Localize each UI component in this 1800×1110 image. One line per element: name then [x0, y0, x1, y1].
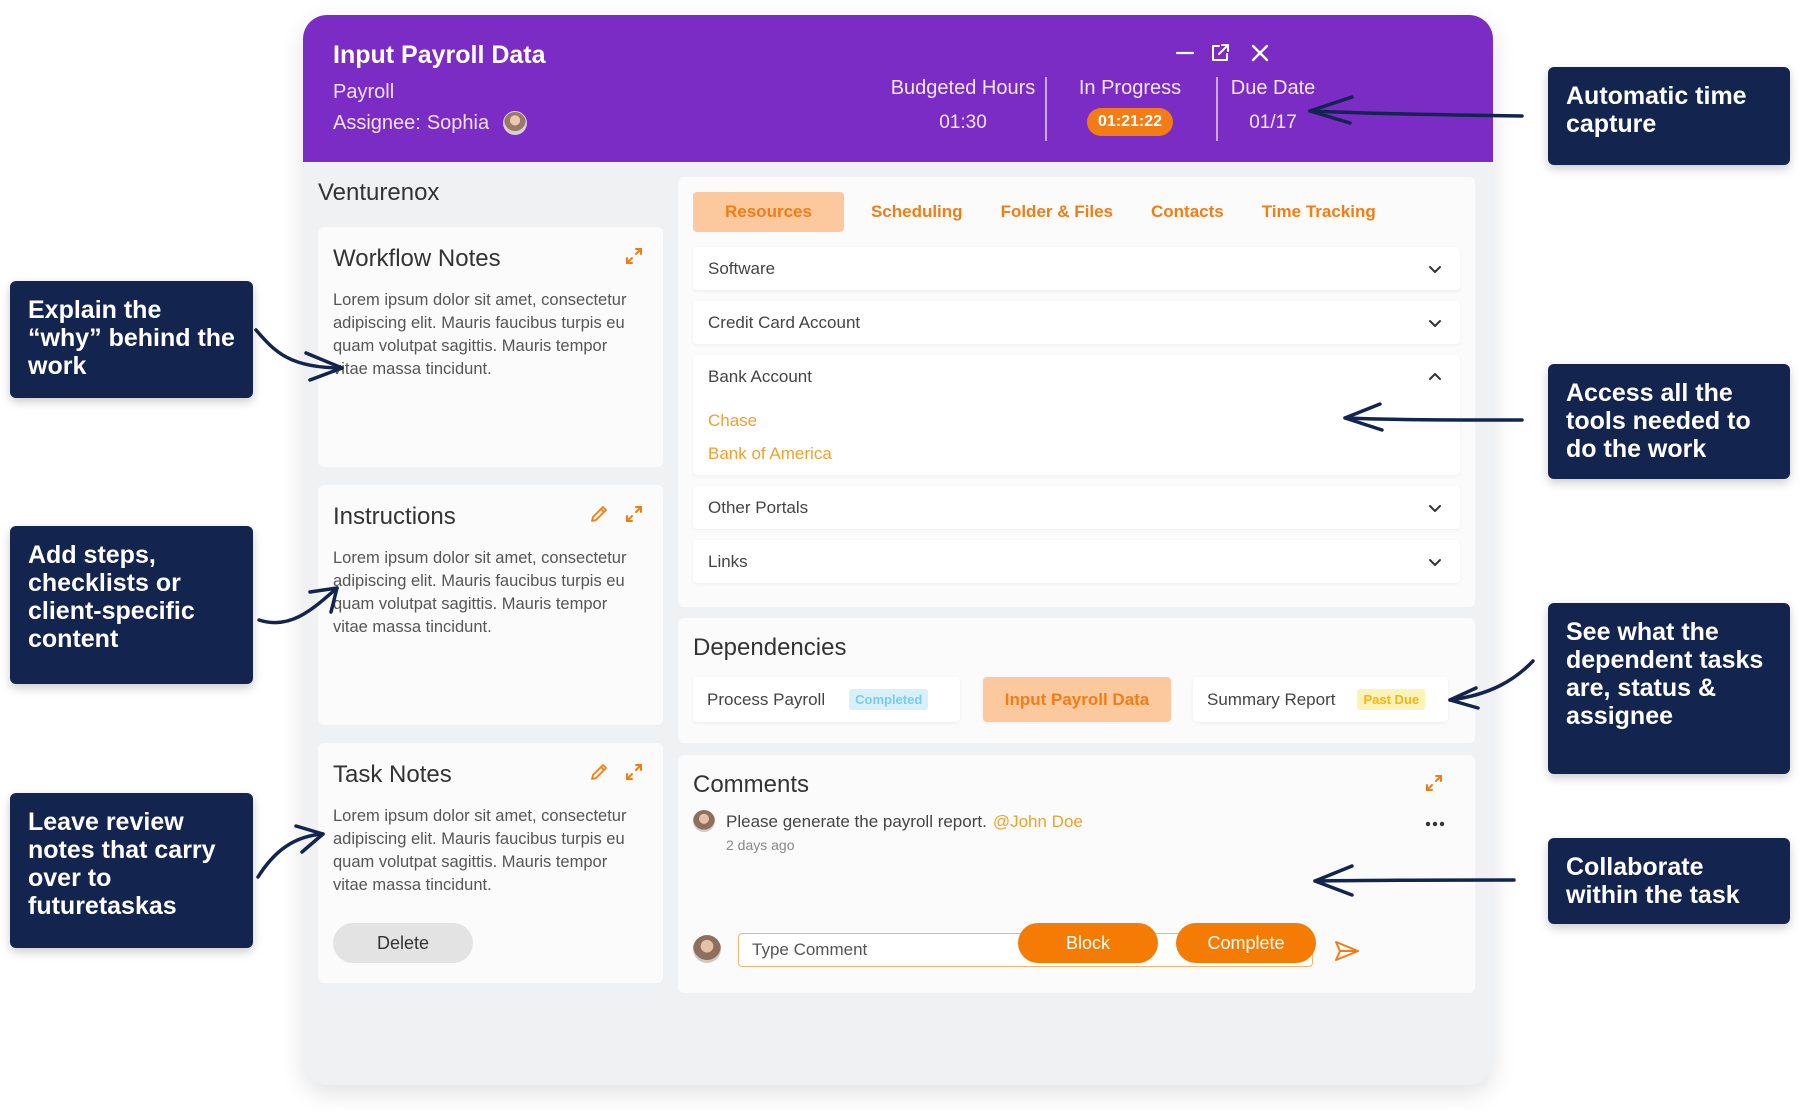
accordion-label: Links [708, 552, 748, 571]
dependency-item[interactable]: Summary Report Past Due [1193, 677, 1448, 722]
card-body: Lorem ipsum dolor sit amet, consectetur … [333, 291, 627, 378]
chevron-down-icon[interactable] [1425, 552, 1445, 572]
edit-icon[interactable] [588, 761, 610, 783]
dependencies-title: Dependencies [693, 634, 847, 661]
accordion-label: Credit Card Account [708, 313, 861, 332]
assignee-name: Sophia [426, 111, 490, 134]
assignee-avatar [503, 111, 528, 135]
status-badge: Completed [849, 689, 929, 710]
status-timer: In Progress 01:21:22 [1043, 77, 1217, 136]
task-header: Input Payroll Data Payroll Assignee: Sop… [303, 15, 1493, 162]
tab-resources[interactable]: Resources [693, 192, 844, 232]
accordion-links[interactable]: Links [693, 540, 1460, 583]
timer-badge[interactable]: 01:21:22 [1086, 108, 1174, 136]
bank-link-bank-of-america[interactable]: Bank of America [708, 444, 832, 464]
budgeted-hours: Budgeted Hours 01:30 [863, 77, 1063, 134]
close-icon[interactable] [1246, 39, 1274, 67]
chevron-down-icon[interactable] [1425, 498, 1445, 518]
accordion-label: Software [708, 259, 776, 278]
due-date-value: 01/17 [1249, 112, 1297, 133]
client-name: Venturenox [318, 179, 440, 206]
dependency-item[interactable]: Process Payroll Completed [693, 677, 960, 722]
dependency-name: Input Payroll Data [1004, 689, 1150, 709]
tab-bar: Resources Scheduling Folder & Files Cont… [693, 192, 1397, 232]
expand-icon[interactable] [623, 503, 645, 525]
workflow-notes-card: Workflow Notes Lorem ipsum dolor sit ame… [318, 227, 663, 467]
dependencies-panel: Dependencies Process Payroll Completed I… [678, 618, 1475, 743]
tab-scheduling[interactable]: Scheduling [854, 192, 980, 232]
task-subtitle: Payroll [333, 81, 395, 103]
dependency-name: Process Payroll [707, 689, 826, 709]
due-date-label: Due Date [1230, 77, 1316, 99]
task-window: Input Payroll Data Payroll Assignee: Sop… [303, 15, 1493, 1085]
expand-icon[interactable] [1423, 772, 1445, 794]
assignee-label: Assignee: [333, 111, 421, 134]
callout-why: Explain the “why” behind the work [10, 281, 253, 398]
resources-panel: Resources Scheduling Folder & Files Cont… [678, 177, 1475, 607]
callout-collaborate: Collaborate within the task [1548, 838, 1790, 924]
comment-text: Please generate the payroll report. @John… [726, 812, 1083, 832]
tab-contacts[interactable]: Contacts [1134, 192, 1241, 232]
dependency-item-current[interactable]: Input Payroll Data [983, 677, 1171, 722]
delete-button[interactable]: Delete [333, 923, 473, 963]
callout-dependent: See what the dependent tasks are, status… [1548, 603, 1790, 774]
budgeted-hours-label: Budgeted Hours [890, 77, 1036, 99]
expand-icon[interactable] [623, 245, 645, 267]
chevron-down-icon[interactable] [1425, 313, 1445, 333]
accordion-bank-account[interactable]: Bank Account Chase Bank of America [693, 355, 1460, 475]
accordion-software[interactable]: Software [693, 247, 1460, 290]
budgeted-hours-value: 01:30 [939, 112, 987, 133]
comment-mention[interactable]: @John Doe [993, 812, 1083, 831]
card-body: Lorem ipsum dolor sit amet, consectetur … [333, 549, 627, 636]
card-title: Instructions [333, 503, 456, 530]
callout-review: Leave review notes that carry over to fu… [10, 793, 253, 948]
popout-icon[interactable] [1206, 39, 1234, 67]
tab-folder-files[interactable]: Folder & Files [984, 192, 1130, 232]
card-title: Workflow Notes [333, 245, 501, 272]
card-body: Lorem ipsum dolor sit amet, consectetur … [333, 807, 627, 894]
chevron-down-icon[interactable] [1425, 259, 1445, 279]
due-date: Due Date 01/17 [1213, 77, 1333, 134]
bank-link-chase[interactable]: Chase [708, 411, 757, 431]
dependency-name: Summary Report [1207, 689, 1336, 709]
commenter-avatar [693, 810, 715, 832]
complete-button[interactable]: Complete [1176, 923, 1316, 963]
task-footer: Delete Block Complete [303, 885, 1493, 1085]
callout-steps: Add steps, checklists or client-specific… [10, 526, 253, 684]
tab-time-tracking[interactable]: Time Tracking [1245, 192, 1393, 232]
block-button[interactable]: Block [1018, 923, 1158, 963]
status-label: In Progress [1078, 77, 1182, 99]
accordion-credit-card[interactable]: Credit Card Account [693, 301, 1460, 344]
comments-title: Comments [693, 771, 810, 798]
accordion-label: Other Portals [708, 498, 809, 517]
comment-body: Please generate the payroll report. [726, 812, 987, 831]
callout-time-capture: Automatic time capture [1548, 67, 1790, 165]
accordion-label: Bank Account [708, 367, 812, 386]
card-title: Task Notes [333, 761, 452, 788]
instructions-card: Instructions Lorem ipsum dolor sit amet,… [318, 485, 663, 725]
more-options-icon[interactable] [1423, 813, 1447, 835]
status-badge: Past Due [1357, 689, 1426, 710]
callout-tools: Access all the tools needed to do the wo… [1548, 364, 1790, 479]
expand-icon[interactable] [623, 761, 645, 783]
accordion-other-portals[interactable]: Other Portals [693, 486, 1460, 529]
minimize-icon[interactable] [1171, 39, 1199, 67]
comment-timestamp: 2 days ago [726, 837, 795, 853]
chevron-up-icon[interactable] [1425, 367, 1445, 387]
edit-icon[interactable] [588, 503, 610, 525]
task-title: Input Payroll Data [333, 41, 546, 69]
assignee[interactable]: Assignee: Sophia [333, 111, 528, 135]
